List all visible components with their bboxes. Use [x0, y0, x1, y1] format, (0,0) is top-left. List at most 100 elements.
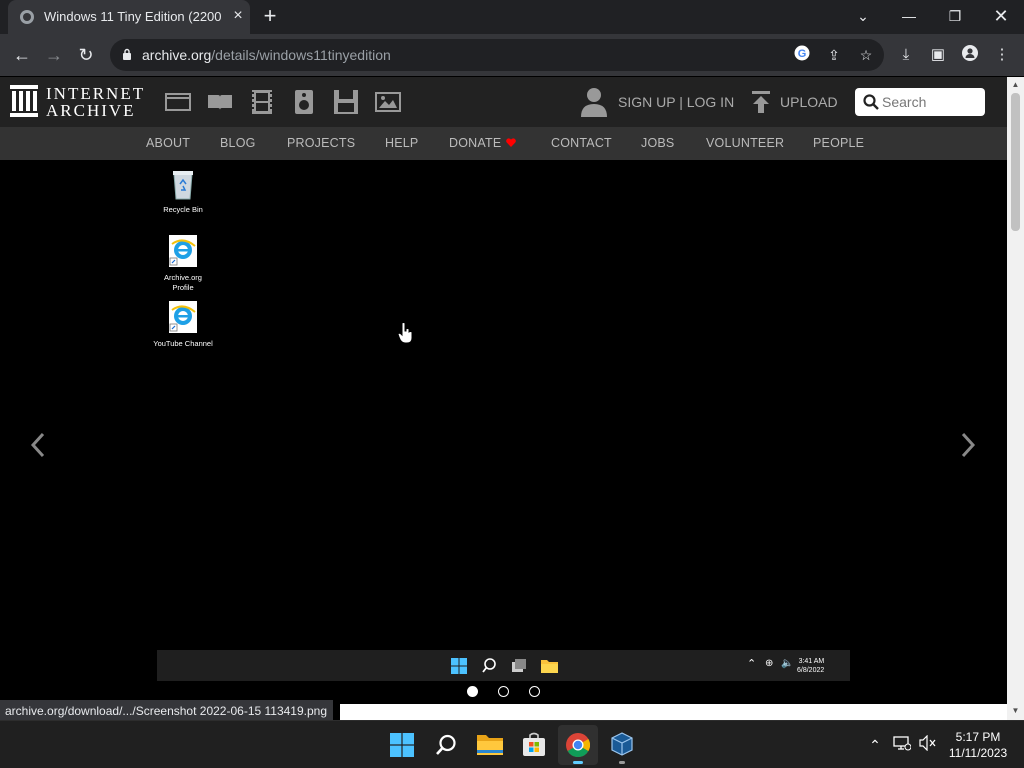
recycle-bin-icon: [173, 171, 193, 200]
page-below-viewer: [340, 704, 1007, 720]
virtualbox-running-indicator: [619, 761, 625, 764]
internet-explorer-icon: [169, 235, 197, 267]
slide-dot-1[interactable]: [467, 686, 478, 697]
virtualbox-icon: [611, 732, 633, 756]
heart-icon: [506, 138, 516, 147]
close-window-button[interactable]: ✕: [987, 4, 1015, 28]
hand-cursor-icon: [398, 322, 413, 344]
reload-button[interactable]: ↻: [72, 41, 100, 69]
signup-login-link[interactable]: SIGN UP | LOG IN: [618, 94, 734, 110]
screenshot-viewer[interactable]: Recycle Bin Archive.org Profile YouTube …: [0, 160, 1007, 703]
scroll-up-icon[interactable]: ▲: [1010, 80, 1021, 90]
texts-icon[interactable]: [207, 89, 233, 115]
nav-jobs[interactable]: JOBS: [641, 136, 674, 150]
start-button[interactable]: [382, 725, 422, 765]
upload-link[interactable]: UPLOAD: [780, 94, 838, 110]
desktop-icon-youtube-channel: YouTube Channel: [153, 300, 213, 349]
address-bar[interactable]: archive.org/details/windows11tinyedition…: [110, 39, 884, 71]
images-icon[interactable]: [375, 89, 401, 115]
nav-donate[interactable]: DONATE: [449, 136, 501, 150]
ia-header: INTERNET ARCHIVE SIGN UP | LOG IN UPLOAD: [0, 77, 1007, 127]
slide-dot-2[interactable]: [498, 686, 509, 697]
upload-icon[interactable]: [752, 91, 770, 113]
lock-icon: [123, 48, 131, 60]
tray-chevron-icon[interactable]: ⌃: [865, 735, 885, 755]
archive-temple-icon: [10, 85, 38, 117]
logo-line-archive: ARCHIVE: [46, 101, 136, 120]
minimize-button[interactable]: —: [895, 4, 923, 28]
software-icon[interactable]: [333, 89, 359, 115]
inner-network-icon: ⊕: [765, 658, 774, 669]
side-panel-icon[interactable]: ▣: [928, 45, 948, 65]
bookmark-star-icon[interactable]: ☆: [856, 45, 876, 65]
desktop-icon-label: Archive.org Profile: [164, 273, 202, 292]
forward-button[interactable]: →: [40, 41, 68, 69]
nav-contact[interactable]: CONTACT: [551, 136, 612, 150]
search-icon: [436, 734, 456, 755]
desktop-icon-label: Recycle Bin: [163, 205, 203, 214]
ia-search-input[interactable]: [882, 92, 980, 112]
desktop-icon-label: YouTube Channel: [153, 339, 213, 348]
inner-task-view-icon: [512, 659, 526, 672]
audio-icon[interactable]: [291, 89, 317, 115]
new-tab-button[interactable]: +: [258, 5, 282, 29]
ia-search-box[interactable]: [855, 88, 985, 116]
nav-blog[interactable]: BLOG: [220, 136, 256, 150]
page-scrollbar[interactable]: ▲ ▼: [1007, 77, 1024, 720]
tab-close-icon[interactable]: ×: [230, 8, 246, 24]
taskbar-search-button[interactable]: [426, 725, 466, 765]
download-icon[interactable]: ⤓: [896, 45, 916, 65]
globe-icon: [20, 10, 34, 24]
menu-icon[interactable]: ⋮: [992, 45, 1012, 65]
taskbar-microsoft-store[interactable]: [514, 725, 554, 765]
file-explorer-icon: [477, 735, 503, 755]
link-status-bubble: archive.org/download/.../Screenshot 2022…: [0, 700, 334, 722]
url-path: /details/windows11tinyedition: [211, 47, 391, 63]
tab-search-chevron-icon[interactable]: ⌄: [849, 4, 877, 28]
url-host: archive.org: [142, 47, 212, 63]
tab-title: Windows 11 Tiny Edition (22000: [44, 9, 222, 24]
back-button[interactable]: ←: [8, 41, 36, 69]
logo-line-internet: INTERNET: [46, 84, 146, 103]
chrome-active-indicator: [573, 761, 583, 764]
web-icon[interactable]: [165, 89, 191, 115]
clock-time: 5:17 PM: [955, 730, 1001, 744]
windows-taskbar: ⌃ 5:17 PM 11/11/2023: [0, 720, 1024, 768]
system-clock[interactable]: 5:17 PM 11/11/2023: [946, 729, 1010, 761]
nav-people[interactable]: PEOPLE: [813, 136, 864, 150]
video-icon[interactable]: [249, 89, 275, 115]
slide-dot-3[interactable]: [529, 686, 540, 697]
inner-search-icon: [482, 658, 496, 673]
svg-text:G: G: [798, 48, 807, 60]
browser-toolbar: ← → ↻ archive.org/details/windows11tinye…: [0, 34, 1024, 76]
inner-volume-icon: 🔈: [781, 658, 794, 669]
inner-tray-chevron-icon: ⌃: [747, 658, 757, 670]
share-icon[interactable]: ⇪: [824, 45, 844, 65]
nav-volunteer[interactable]: VOLUNTEER: [706, 136, 784, 150]
taskbar-chrome[interactable]: [558, 725, 598, 765]
browser-tabstrip: Windows 11 Tiny Edition (22000 × + ⌄ — ❐…: [0, 0, 1024, 34]
carousel-prev-icon[interactable]: [28, 430, 48, 460]
clock-date: 11/11/2023: [948, 746, 1008, 760]
inner-file-explorer-icon: [541, 660, 558, 673]
carousel-next-icon[interactable]: [958, 430, 978, 460]
browser-tab[interactable]: Windows 11 Tiny Edition (22000 ×: [8, 0, 250, 34]
nav-about[interactable]: ABOUT: [146, 136, 190, 150]
scroll-down-icon[interactable]: ▼: [1010, 706, 1021, 716]
desktop-icon-recycle-bin: Recycle Bin: [153, 168, 213, 215]
user-avatar-icon[interactable]: [580, 87, 608, 117]
google-lens-icon[interactable]: G: [792, 45, 812, 65]
taskbar-file-explorer[interactable]: [470, 725, 510, 765]
nav-help[interactable]: HELP: [385, 136, 418, 150]
restore-button[interactable]: ❐: [941, 4, 969, 28]
ia-logo[interactable]: INTERNET ARCHIVE: [10, 85, 145, 121]
taskbar-virtualbox[interactable]: [602, 725, 642, 765]
inner-clock: 3:41 AM 6/8/2022: [797, 657, 824, 675]
inner-clock-time: 3:41 AM: [798, 658, 825, 665]
profile-icon[interactable]: [960, 45, 980, 65]
scrollbar-thumb[interactable]: [1011, 93, 1020, 231]
volume-muted-icon[interactable]: [918, 734, 938, 755]
network-icon[interactable]: [892, 735, 912, 755]
inner-clock-date: 6/8/2022: [797, 667, 825, 674]
nav-projects[interactable]: PROJECTS: [287, 136, 355, 150]
